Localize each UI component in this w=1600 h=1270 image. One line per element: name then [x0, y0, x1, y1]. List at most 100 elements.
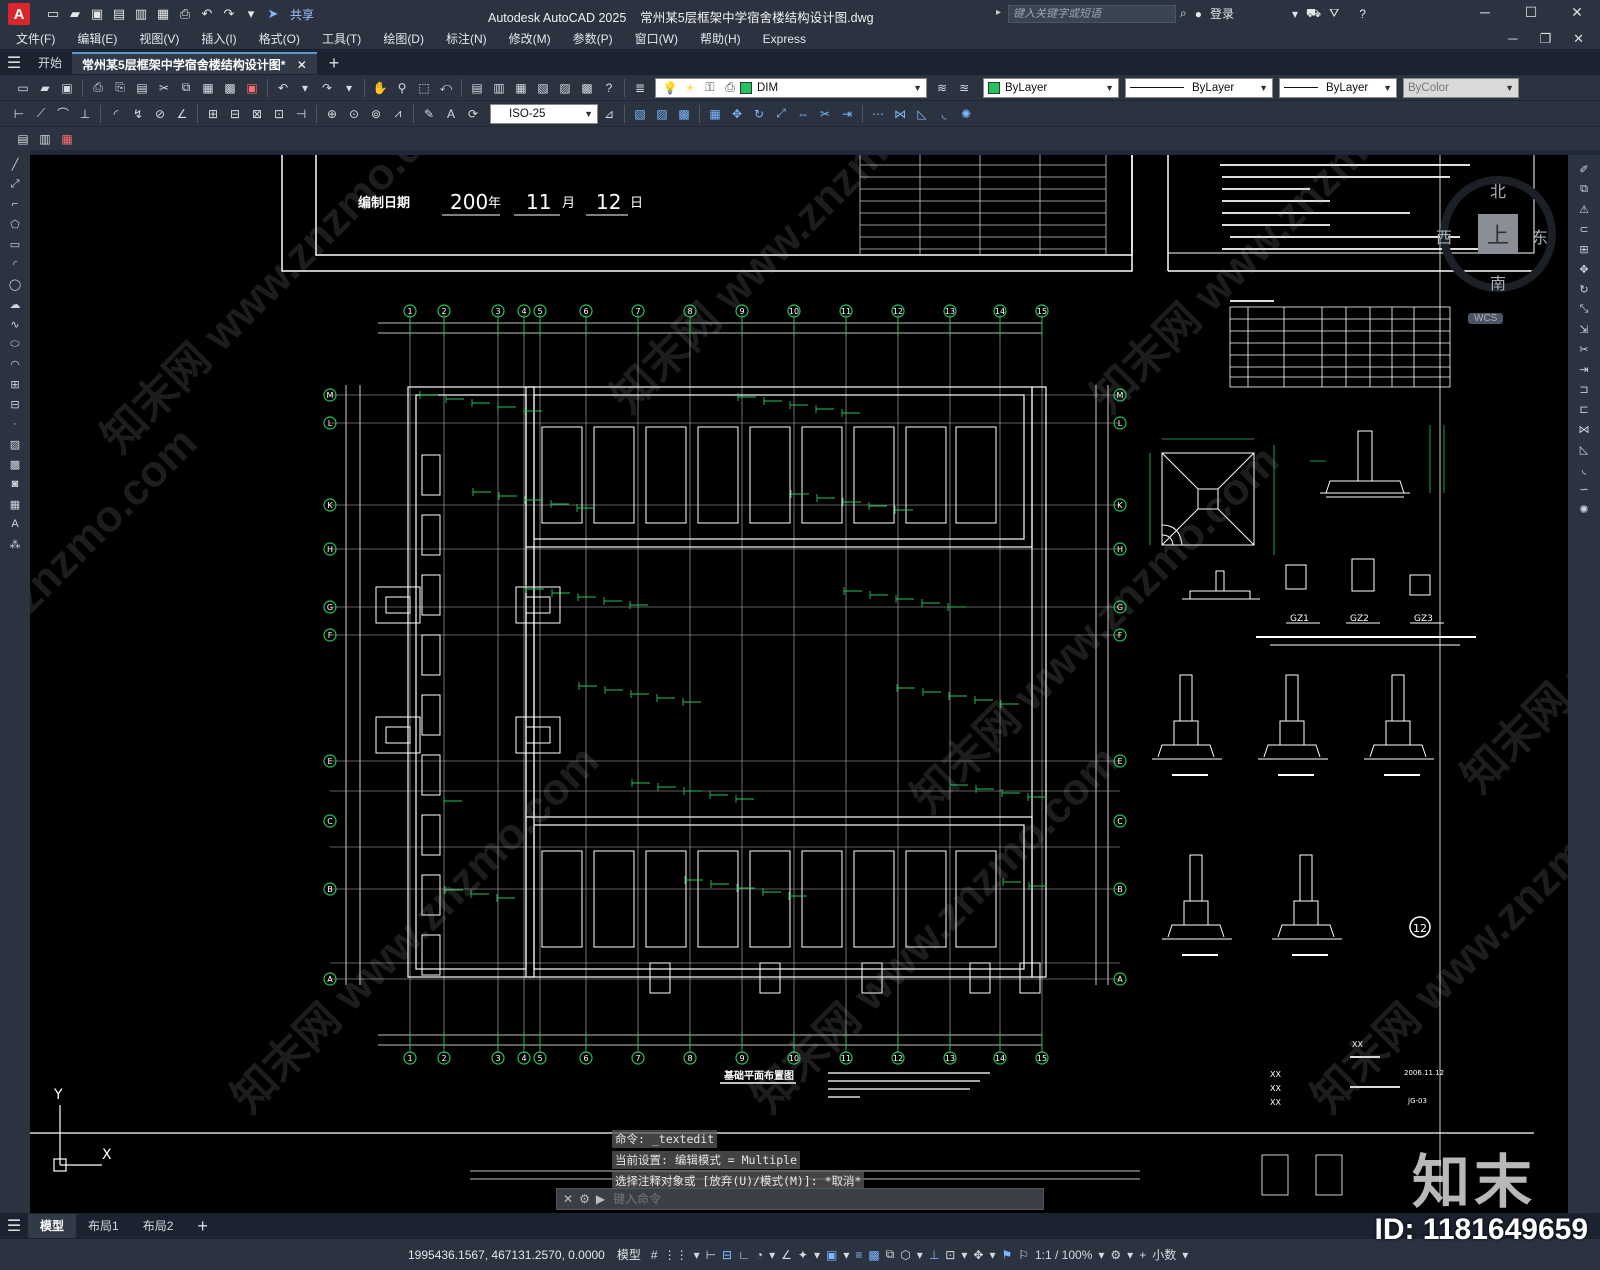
menu-view[interactable]: 视图(V)	[139, 30, 179, 47]
tab-layout1[interactable]: 布局1	[76, 1214, 131, 1238]
layer-dropdown[interactable]: 💡 ☀ ⚿ ⎙ DIM ▼	[655, 77, 927, 98]
gizmo-dropdown-icon[interactable]: ▾	[989, 1248, 995, 1262]
block-editor-icon[interactable]: ▣	[243, 79, 261, 97]
cart-icon[interactable]: ⛟	[1306, 6, 1321, 22]
units-dropdown-icon[interactable]: ▾	[1182, 1248, 1188, 1262]
dimstyle-dropdown[interactable]: ISO-25 ▼	[490, 103, 598, 124]
ortho-icon[interactable]: ∟	[738, 1248, 750, 1262]
scale-dropdown-icon[interactable]: ▾	[1098, 1248, 1104, 1262]
fillet-icon[interactable]: ◟	[935, 105, 953, 123]
match-prop-icon[interactable]: ▩	[221, 79, 239, 97]
spline-icon[interactable]: ∿	[6, 316, 24, 332]
transparency-icon[interactable]: ▩	[868, 1248, 879, 1262]
share-button[interactable]: 共享	[290, 6, 314, 23]
properties-icon[interactable]: ▤	[468, 79, 486, 97]
plot-preview-icon[interactable]: ⎘	[111, 79, 129, 97]
grid-icon[interactable]: #	[651, 1248, 658, 1262]
mtext-icon[interactable]: A	[6, 516, 24, 532]
circle-icon[interactable]: ◯	[6, 276, 24, 292]
maximize-icon[interactable]: ☐	[1508, 4, 1554, 21]
trim-icon[interactable]: ✂	[1575, 341, 1593, 357]
dim-diameter-icon[interactable]: ⊘	[151, 105, 169, 123]
gradient-icon[interactable]: ▩	[6, 456, 24, 472]
menu-format[interactable]: 格式(O)	[259, 30, 300, 47]
redo-dropdown-icon[interactable]: ▾	[340, 79, 358, 97]
dim-arc-icon[interactable]: ⌒	[54, 105, 72, 123]
plotstyle-dropdown[interactable]: ByColor ▼	[1403, 77, 1519, 98]
dim-jogged-icon[interactable]: ↯	[129, 105, 147, 123]
drawing-canvas[interactable]: 编制日期 200 年 11 月 12 日 1 1 2 2 3 3 4 4 5 5…	[30, 155, 1568, 1213]
command-customize-icon[interactable]: ⚙	[579, 1192, 590, 1206]
selection-filter-icon[interactable]: ⊡	[945, 1248, 955, 1262]
redo-icon[interactable]: ↷	[318, 79, 336, 97]
paste-icon[interactable]: ▦	[199, 79, 217, 97]
stretch-icon[interactable]: ⇔	[794, 105, 812, 123]
help-icon[interactable]: ?	[1359, 7, 1366, 21]
menu-draw[interactable]: 绘图(D)	[383, 30, 424, 47]
dim-linear-icon[interactable]: ⊢	[10, 105, 28, 123]
rectangle-icon[interactable]: ▭	[6, 236, 24, 252]
dim-update-icon[interactable]: ⟳	[464, 105, 482, 123]
close-icon[interactable]: ✕	[1554, 4, 1600, 21]
move-icon[interactable]: ✥	[1575, 261, 1593, 277]
break-at-point-icon[interactable]: ⊐	[1575, 381, 1593, 397]
menu-dimension[interactable]: 标注(N)	[446, 30, 487, 47]
publish-icon[interactable]: ▤	[133, 79, 151, 97]
ellipse-arc-icon[interactable]: ◠	[6, 356, 24, 372]
dim-baseline-icon[interactable]: ⊟	[226, 105, 244, 123]
open-folder-icon[interactable]: ▰	[66, 5, 84, 23]
offset-icon[interactable]: ▩	[675, 105, 693, 123]
save-web-icon[interactable]: ▦	[154, 5, 172, 23]
arc-icon[interactable]: ◜	[6, 256, 24, 272]
move-icon[interactable]: ✥	[728, 105, 746, 123]
share-icon[interactable]: ➤	[264, 5, 282, 23]
menu-window[interactable]: 窗口(W)	[635, 30, 678, 47]
selection-cycling-icon[interactable]: ⧉	[886, 1247, 895, 1262]
dim-break-icon[interactable]: ⊣	[292, 105, 310, 123]
scale-icon[interactable]: ⤢	[772, 105, 790, 123]
undo-icon[interactable]: ↶	[198, 5, 216, 23]
break-icon[interactable]: ⋯	[869, 105, 887, 123]
menu-edit[interactable]: 编辑(E)	[77, 30, 117, 47]
region-icon[interactable]: ◙	[6, 476, 24, 492]
cut-icon[interactable]: ✂	[155, 79, 173, 97]
zoom-previous-icon[interactable]: ⤺	[437, 79, 455, 97]
tool-palettes-icon[interactable]: ▦	[512, 79, 530, 97]
save-as-icon[interactable]: ▤	[110, 5, 128, 23]
command-prompt-icon[interactable]: ▶	[596, 1192, 605, 1206]
polyline-icon[interactable]: ⌐	[6, 196, 24, 212]
array-icon[interactable]: ⊞	[1575, 241, 1593, 257]
new-file-icon[interactable]: ▭	[44, 5, 62, 23]
doc-restore-icon[interactable]: ❐	[1539, 31, 1551, 47]
viewcube-east[interactable]: 东	[1532, 224, 1548, 248]
osnap-dropdown-icon[interactable]: ▾	[843, 1248, 849, 1262]
break-icon[interactable]: ⊏	[1575, 401, 1593, 417]
dim-aligned-icon[interactable]: ⟋	[32, 105, 50, 123]
new-tab-icon[interactable]: +	[329, 53, 340, 74]
menu-hamburger-icon[interactable]: ☰	[0, 53, 28, 73]
join-icon[interactable]: ⋈	[1575, 421, 1593, 437]
array-icon[interactable]: ▦	[706, 105, 724, 123]
autodesk-app-icon[interactable]: ⛛	[1329, 6, 1339, 21]
workspace-icon[interactable]: ⚙	[1110, 1248, 1121, 1262]
gizmo-icon[interactable]: ✥	[973, 1248, 983, 1262]
blend-icon[interactable]: ∽	[1575, 481, 1593, 497]
calculator-icon[interactable]: ▩	[578, 79, 596, 97]
join-icon[interactable]: ⋈	[891, 105, 909, 123]
color-dropdown[interactable]: ByLayer ▼	[983, 77, 1119, 98]
plot-icon[interactable]: ⎙	[176, 5, 194, 23]
viewcube-west[interactable]: 西	[1436, 224, 1452, 248]
pan-icon[interactable]: ✋	[371, 79, 389, 97]
doc-close-icon[interactable]: ✕	[1573, 31, 1584, 47]
dim-angular-icon[interactable]: ∠	[173, 105, 191, 123]
rotate-icon[interactable]: ↻	[1575, 281, 1593, 297]
tolerance-icon[interactable]: ⊕	[323, 105, 341, 123]
3dosnap-dropdown-icon[interactable]: ▾	[917, 1248, 923, 1262]
draw-order-icon[interactable]: ▤	[14, 130, 32, 148]
dim-text-edit-icon[interactable]: A	[442, 105, 460, 123]
hatch-to-back-icon[interactable]: ▦	[58, 130, 76, 148]
plot-icon[interactable]: ⎙	[89, 79, 107, 97]
command-close-icon[interactable]: ✕	[563, 1192, 573, 1206]
annotation-visibility-icon[interactable]: ⚑	[1001, 1248, 1012, 1262]
autoscale-icon[interactable]: ⚐	[1018, 1248, 1029, 1262]
